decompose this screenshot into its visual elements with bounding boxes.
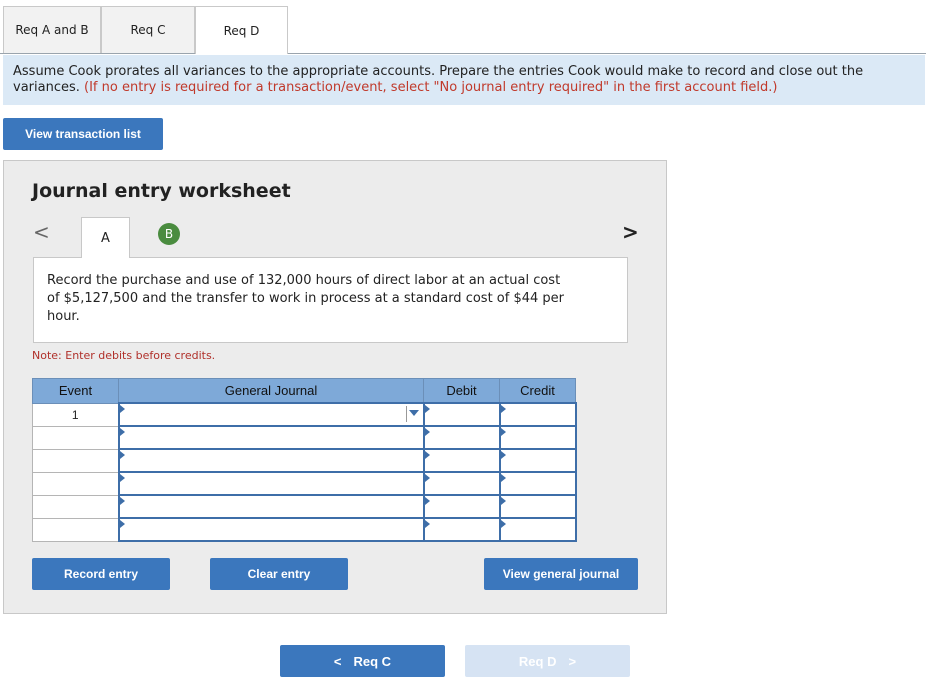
tab-label: Req A and B — [15, 23, 89, 37]
chevron-right-icon: > — [568, 653, 577, 669]
instruction-hint: (If no entry is required for a transacti… — [84, 80, 778, 95]
debit-credit-note: Note: Enter debits before credits. — [32, 349, 216, 362]
button-label: Req D — [518, 653, 557, 669]
tab-divider — [0, 53, 926, 54]
record-entry-button[interactable]: Record entry — [32, 558, 170, 590]
step-tab-b[interactable]: B — [158, 223, 180, 245]
next-req-d-button[interactable]: Req D > — [465, 645, 630, 677]
account-select[interactable] — [117, 494, 425, 519]
step-label: B — [164, 227, 174, 241]
journal-table: Event General Journal Debit Credit 1 — [32, 378, 577, 542]
step-label: A — [101, 230, 110, 246]
chevron-left-icon: < — [333, 653, 342, 669]
account-select[interactable] — [117, 448, 425, 473]
credit-input[interactable] — [498, 448, 577, 473]
debit-input[interactable] — [422, 471, 501, 496]
description-text: Record the purchase and use of 132,000 h… — [47, 273, 564, 324]
clear-entry-button[interactable]: Clear entry — [210, 558, 348, 590]
table-row — [32, 517, 577, 542]
account-select[interactable] — [117, 471, 425, 496]
view-transaction-list-button[interactable]: View transaction list — [3, 118, 163, 150]
account-select[interactable] — [117, 425, 425, 450]
dropdown-separator — [405, 406, 407, 422]
debit-input[interactable] — [422, 517, 501, 542]
tab-req-d[interactable]: Req D — [195, 6, 288, 54]
worksheet-title: Journal entry worksheet — [32, 180, 291, 202]
instruction-box: Assume Cook prorates all variances to th… — [3, 55, 925, 105]
prev-req-c-button[interactable]: < Req C — [280, 645, 445, 677]
table-row: 1 — [32, 402, 577, 427]
transaction-description: Record the purchase and use of 132,000 h… — [33, 257, 628, 343]
event-cell: 1 — [32, 402, 119, 427]
event-cell — [32, 448, 119, 473]
column-header-event: Event — [32, 378, 119, 404]
debit-input[interactable] — [422, 448, 501, 473]
tab-req-a-and-b[interactable]: Req A and B — [3, 6, 101, 53]
event-cell — [32, 471, 119, 496]
table-row — [32, 425, 577, 450]
step-tab-a[interactable]: A — [81, 217, 130, 258]
event-cell — [32, 517, 119, 542]
button-label: View transaction list — [25, 127, 141, 141]
credit-input[interactable] — [498, 402, 577, 427]
credit-input[interactable] — [498, 517, 577, 542]
event-cell — [32, 494, 119, 519]
event-cell — [32, 425, 119, 450]
tab-label: Req C — [130, 23, 166, 37]
table-row — [32, 448, 577, 473]
column-header-credit: Credit — [499, 378, 576, 404]
credit-input[interactable] — [498, 425, 577, 450]
button-label: Record entry — [63, 567, 139, 581]
debit-input[interactable] — [422, 425, 501, 450]
column-header-debit: Debit — [423, 378, 500, 404]
table-row — [32, 494, 577, 519]
next-step-arrow-icon[interactable]: > — [622, 220, 639, 244]
button-label: Req C — [353, 653, 392, 669]
account-select[interactable] — [117, 402, 425, 427]
button-label: View general journal — [502, 567, 620, 581]
prev-step-arrow-icon[interactable]: < — [33, 220, 50, 244]
button-label: Clear entry — [247, 567, 311, 581]
column-header-general-journal: General Journal — [118, 378, 424, 404]
dropdown-arrow-icon[interactable] — [408, 410, 419, 416]
tab-label: Req D — [223, 23, 260, 38]
table-row — [32, 471, 577, 496]
view-general-journal-button[interactable]: View general journal — [484, 558, 638, 590]
debit-input[interactable] — [422, 494, 501, 519]
credit-input[interactable] — [498, 471, 577, 496]
credit-input[interactable] — [498, 494, 577, 519]
account-select[interactable] — [117, 517, 425, 542]
debit-input[interactable] — [422, 402, 501, 427]
tab-req-c[interactable]: Req C — [101, 6, 195, 53]
